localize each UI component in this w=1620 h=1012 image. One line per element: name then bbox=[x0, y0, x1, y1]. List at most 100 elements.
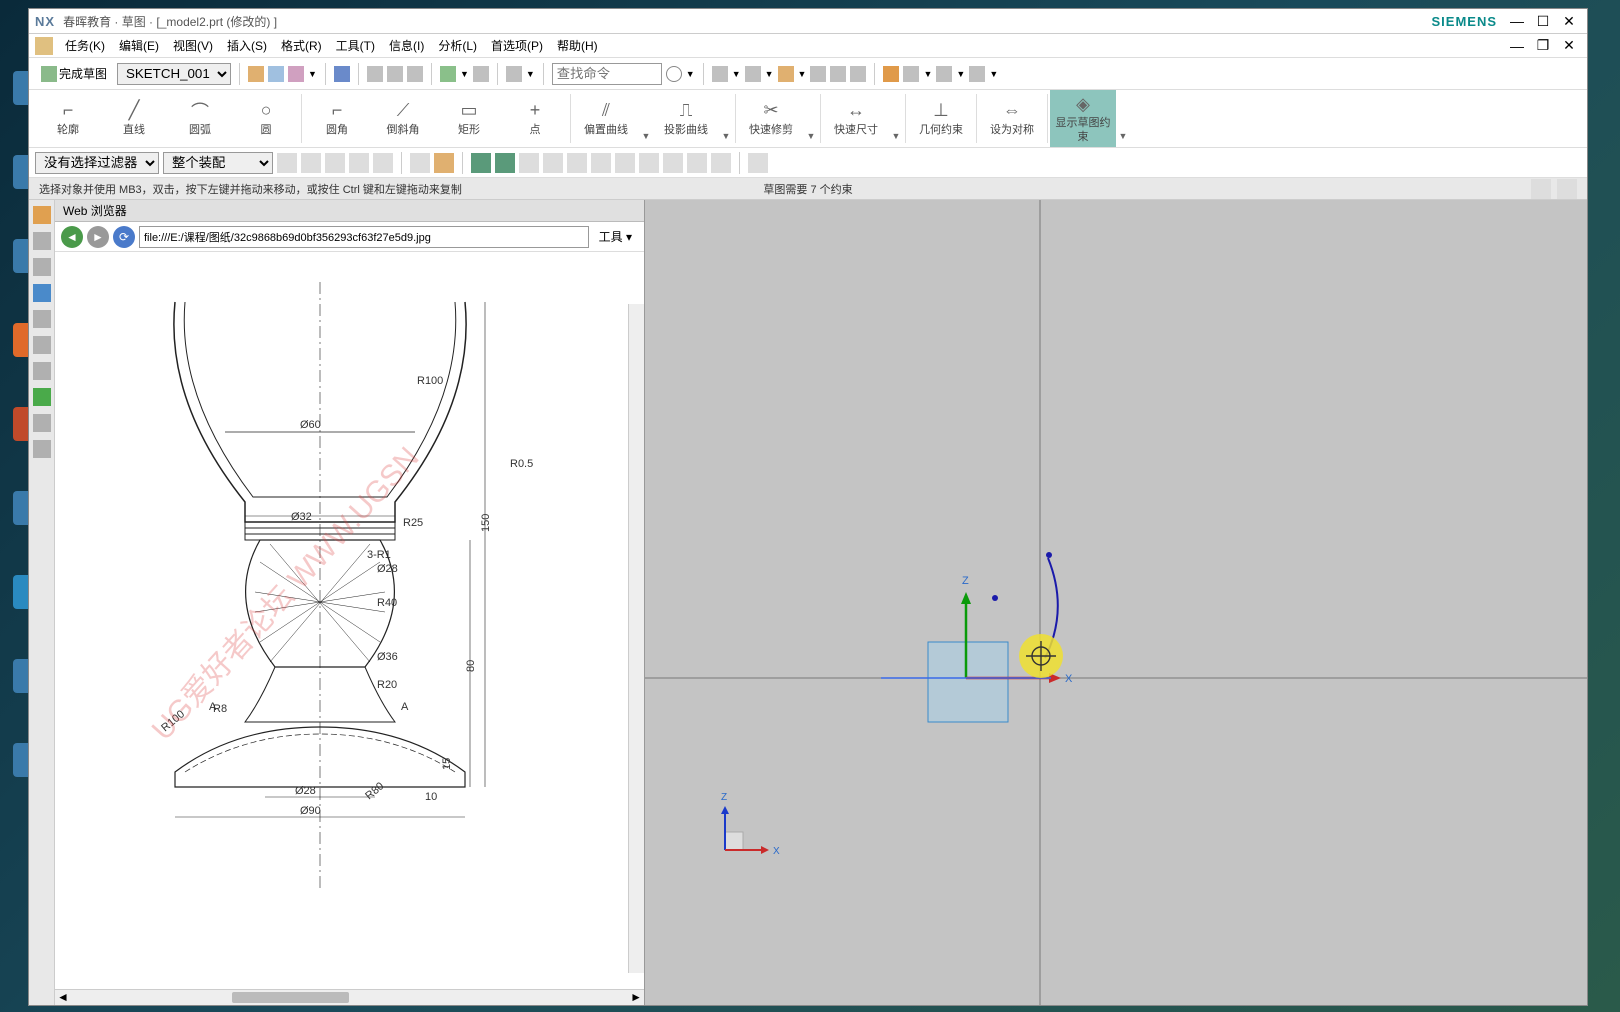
analysis-icon-4[interactable] bbox=[969, 66, 985, 82]
filter-icon-1[interactable] bbox=[277, 153, 297, 173]
analysis-icon-1[interactable] bbox=[883, 66, 899, 82]
rectangle-button[interactable]: ▭矩形 bbox=[436, 90, 502, 147]
profile-button[interactable]: ⌐轮廓 bbox=[35, 90, 101, 147]
point-button[interactable]: +点 bbox=[502, 90, 568, 147]
resource-icon[interactable] bbox=[33, 336, 51, 354]
circle-button[interactable]: ○圆 bbox=[233, 90, 299, 147]
view-icon-4[interactable] bbox=[810, 66, 826, 82]
resource-icon[interactable] bbox=[33, 284, 51, 302]
inner-minimize-button[interactable]: — bbox=[1505, 37, 1529, 55]
resource-icon[interactable] bbox=[33, 362, 51, 380]
menu-info[interactable]: 信息(I) bbox=[383, 35, 430, 56]
make-symmetric-button[interactable]: ⇔设为对称 bbox=[979, 90, 1045, 147]
status-icon-2[interactable] bbox=[1557, 179, 1577, 199]
snap-icon-12[interactable] bbox=[748, 153, 768, 173]
menu-analysis[interactable]: 分析(L) bbox=[432, 35, 483, 56]
refresh-button[interactable]: ⟳ bbox=[113, 226, 135, 248]
filter-icon-7[interactable] bbox=[434, 153, 454, 173]
resource-icon[interactable] bbox=[33, 206, 51, 224]
resource-icon[interactable] bbox=[33, 388, 51, 406]
paste-icon[interactable] bbox=[407, 66, 423, 82]
reattach-icon[interactable] bbox=[268, 66, 284, 82]
inner-restore-button[interactable]: ❐ bbox=[1531, 37, 1555, 55]
graphics-viewport[interactable]: Z X bbox=[645, 200, 1587, 1005]
snap-icon-8[interactable] bbox=[639, 153, 659, 173]
search-icon[interactable] bbox=[666, 66, 682, 82]
quick-trim-button[interactable]: ✂快速修剪 bbox=[738, 90, 804, 147]
scroll-thumb[interactable] bbox=[232, 992, 350, 1003]
sketch-select[interactable]: SKETCH_001 bbox=[117, 63, 231, 85]
menu-tools[interactable]: 工具(T) bbox=[330, 35, 381, 56]
filter-icon-2[interactable] bbox=[301, 153, 321, 173]
snap-icon-11[interactable] bbox=[711, 153, 731, 173]
line-button[interactable]: ╱直线 bbox=[101, 90, 167, 147]
menu-view[interactable]: 视图(V) bbox=[167, 35, 219, 56]
snap-icon-1[interactable] bbox=[471, 153, 491, 173]
project-dropdown[interactable]: ▼ bbox=[719, 90, 733, 147]
offset-dropdown[interactable]: ▼ bbox=[639, 90, 653, 147]
view-icon-1[interactable] bbox=[712, 66, 728, 82]
fillet-button[interactable]: ⌐圆角 bbox=[304, 90, 370, 147]
update-icon[interactable] bbox=[288, 66, 304, 82]
url-input[interactable] bbox=[139, 226, 589, 248]
resource-icon[interactable] bbox=[33, 232, 51, 250]
menu-preferences[interactable]: 首选项(P) bbox=[485, 35, 549, 56]
vertical-scrollbar[interactable] bbox=[628, 304, 644, 973]
save-icon[interactable] bbox=[334, 66, 350, 82]
status-icon-1[interactable] bbox=[1531, 179, 1551, 199]
close-button[interactable]: ✕ bbox=[1557, 12, 1581, 30]
snap-icon-9[interactable] bbox=[663, 153, 683, 173]
back-button[interactable]: ◄ bbox=[61, 226, 83, 248]
snap-icon-2[interactable] bbox=[495, 153, 515, 173]
analysis-icon-3[interactable] bbox=[936, 66, 952, 82]
snap-icon-3[interactable] bbox=[519, 153, 539, 173]
resource-icon[interactable] bbox=[33, 310, 51, 328]
forward-button[interactable]: ► bbox=[87, 226, 109, 248]
snap-icon-7[interactable] bbox=[615, 153, 635, 173]
project-curve-button[interactable]: ⎍投影曲线 bbox=[653, 90, 719, 147]
cut-icon[interactable] bbox=[367, 66, 383, 82]
snap-icon-10[interactable] bbox=[687, 153, 707, 173]
menu-insert[interactable]: 插入(S) bbox=[221, 35, 273, 56]
show-constraints-dropdown[interactable]: ▼ bbox=[1116, 90, 1130, 147]
filter-icon-3[interactable] bbox=[325, 153, 345, 173]
chamfer-button[interactable]: ⟋倒斜角 bbox=[370, 90, 436, 147]
view-icon-5[interactable] bbox=[830, 66, 846, 82]
menu-help[interactable]: 帮助(H) bbox=[551, 35, 604, 56]
browser-tools-button[interactable]: 工具 ▾ bbox=[593, 228, 638, 245]
show-constraints-button[interactable]: ◈显示草图约束 bbox=[1050, 90, 1116, 147]
arc-button[interactable]: ⌒圆弧 bbox=[167, 90, 233, 147]
maximize-button[interactable]: ☐ bbox=[1531, 12, 1555, 30]
filter-icon-5[interactable] bbox=[373, 153, 393, 173]
orient-icon[interactable] bbox=[248, 66, 264, 82]
quick-dimension-button[interactable]: ↔快速尺寸 bbox=[823, 90, 889, 147]
command-search-input[interactable] bbox=[552, 63, 662, 85]
undo-icon[interactable] bbox=[440, 66, 456, 82]
snap-icon-5[interactable] bbox=[567, 153, 587, 173]
resource-icon[interactable] bbox=[33, 440, 51, 458]
resource-icon[interactable] bbox=[33, 414, 51, 432]
assembly-filter-select[interactable]: 整个装配 bbox=[163, 152, 273, 174]
minimize-button[interactable]: — bbox=[1505, 12, 1529, 30]
view-icon-6[interactable] bbox=[850, 66, 866, 82]
horizontal-scrollbar[interactable]: ◄ ► bbox=[55, 989, 644, 1005]
resource-icon[interactable] bbox=[33, 258, 51, 276]
view-icon-2[interactable] bbox=[745, 66, 761, 82]
menu-edit[interactable]: 编辑(E) bbox=[113, 35, 165, 56]
offset-curve-button[interactable]: ⫽偏置曲线 bbox=[573, 90, 639, 147]
copy-icon[interactable] bbox=[387, 66, 403, 82]
finish-sketch-button[interactable]: 完成草图 bbox=[35, 63, 113, 84]
view-icon-3[interactable] bbox=[778, 66, 794, 82]
menu-format[interactable]: 格式(R) bbox=[275, 35, 328, 56]
selection-filter-select[interactable]: 没有选择过滤器 bbox=[35, 152, 159, 174]
filter-icon-4[interactable] bbox=[349, 153, 369, 173]
filter-icon-6[interactable] bbox=[410, 153, 430, 173]
geometric-constraint-button[interactable]: ⊥几何约束 bbox=[908, 90, 974, 147]
menu-icon[interactable] bbox=[35, 37, 53, 55]
trim-dropdown[interactable]: ▼ bbox=[804, 90, 818, 147]
dim-dropdown[interactable]: ▼ bbox=[889, 90, 903, 147]
inner-close-button[interactable]: ✕ bbox=[1557, 37, 1581, 55]
snap-icon-4[interactable] bbox=[543, 153, 563, 173]
more-icon[interactable] bbox=[506, 66, 522, 82]
analysis-icon-2[interactable] bbox=[903, 66, 919, 82]
